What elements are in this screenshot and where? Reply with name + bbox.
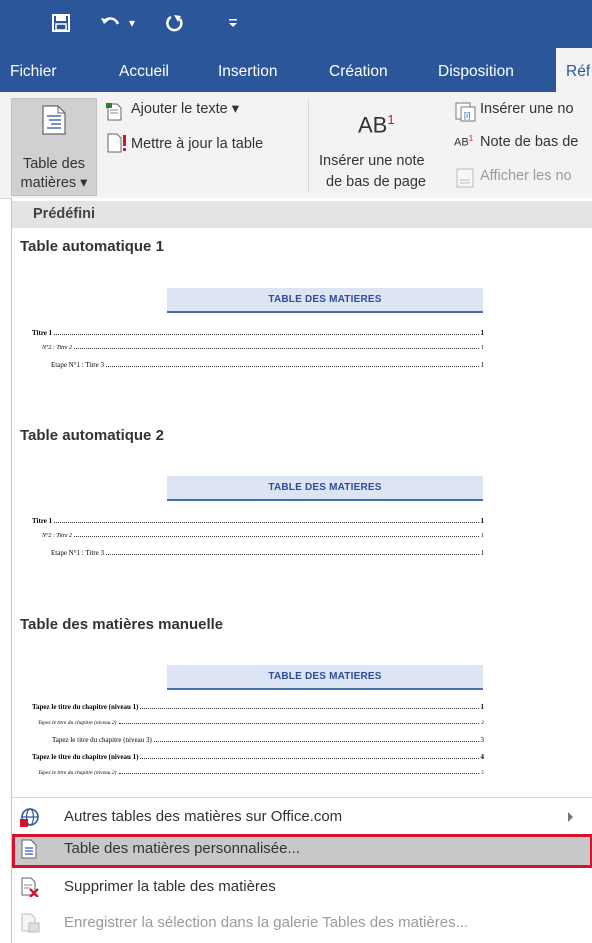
gallery-thumbnail-manual[interactable]: TABLE DES MATIERES Tapez le titre du cha… — [32, 665, 484, 785]
gallery-title-manual: Table des matières manuelle — [20, 616, 224, 633]
thumbnail-banner: TABLE DES MATIERES — [167, 665, 483, 690]
gallery-title-auto-1: Table automatique 1 — [20, 238, 164, 255]
undo-dropdown[interactable]: ▾ — [124, 8, 140, 38]
update-table-icon — [106, 132, 130, 154]
inserer-une-note-de-fin-button[interactable]: Insérer une no — [480, 101, 574, 117]
tab-disposition[interactable]: Disposition — [438, 48, 514, 92]
quick-access-toolbar: ▾ — [0, 0, 592, 48]
gallery-title-auto-2: Table automatique 2 — [20, 427, 164, 444]
menu-item-table-personnalisee[interactable]: Table des matières personnalisée... — [12, 834, 592, 868]
customize-qat-icon[interactable] — [224, 8, 242, 38]
tab-fichier[interactable]: Fichier — [10, 48, 57, 92]
menu-item-supprimer[interactable]: Supprimer la table des matières — [12, 872, 592, 902]
thumbnail-row: Etape N°1 : Titre 31 — [51, 549, 484, 557]
tab-references[interactable]: Réf — [556, 48, 592, 92]
insert-endnote-icon: [i] — [455, 102, 477, 122]
table-des-matieres-button[interactable]: Table des matières ▾ — [11, 98, 97, 196]
thumbnail-row: Tapez le titre du chapitre (niveau 3) 3 — [52, 736, 484, 744]
thumbnail-row: Tapez le titre du chapitre (niveau 2) 2 — [38, 720, 484, 726]
tab-creation[interactable]: Création — [329, 48, 388, 92]
table-des-matieres-dropdown: Prédéfini Table automatique 1 TABLE DES … — [11, 198, 592, 943]
menu-item-label: Enregistrer la sélection dans la galerie… — [64, 914, 469, 931]
menu-item-autres-tables[interactable]: Autres tables des matières sur Office.co… — [12, 802, 592, 832]
mettre-a-jour-button[interactable]: Mettre à jour la table — [131, 136, 263, 152]
thumbnail-row: Tapez le titre du chapitre (niveau 2) 5 — [38, 770, 484, 776]
undo-icon[interactable] — [96, 8, 126, 38]
thumbnail-row: N°2 : Titre 21 — [42, 533, 484, 539]
tab-accueil[interactable]: Accueil — [119, 48, 169, 92]
ribbon-tabs: Fichier Accueil Insertion Création Dispo… — [0, 48, 592, 92]
delete-document-icon — [20, 877, 40, 898]
next-footnote-icon: AB1 — [454, 134, 474, 149]
add-text-icon — [105, 102, 125, 122]
svg-text:[i]: [i] — [464, 111, 470, 120]
gallery-thumbnail-auto-2[interactable]: TABLE DES MATIERES Titre 11 N°2 : Titre … — [32, 476, 484, 566]
thumbnail-row: Tapez le titre du chapitre (niveau 1) 1 — [32, 703, 484, 711]
afficher-les-notes-button: Afficher les no — [480, 168, 572, 184]
inserer-note-label-1[interactable]: Insérer une note — [319, 153, 425, 169]
document-icon — [20, 839, 40, 859]
thumbnail-row: Titre 11 — [32, 329, 484, 337]
save-to-gallery-icon — [20, 913, 40, 933]
table-des-matieres-label-1: Table des — [22, 156, 86, 172]
thumbnail-row: Titre 11 — [32, 517, 484, 525]
ajouter-le-texte-button[interactable]: Ajouter le texte ▾ — [131, 101, 239, 117]
ribbon: Table des matières ▾ Ajouter le texte ▾ … — [0, 92, 592, 199]
thumbnail-banner: TABLE DES MATIERES — [167, 476, 483, 501]
inserer-note-label-2[interactable]: de bas de page — [326, 174, 426, 190]
thumbnail-row: Etape N°1 : Titre 31 — [51, 361, 484, 369]
table-of-contents-icon — [42, 105, 66, 135]
thumbnail-banner: TABLE DES MATIERES — [167, 288, 483, 313]
submenu-arrow-icon — [568, 812, 573, 822]
table-des-matieres-label-2: matières ▾ — [20, 175, 88, 191]
menu-item-enregistrer-selection: Enregistrer la sélection dans la galerie… — [12, 908, 592, 938]
menu-item-label: Supprimer la table des matières — [64, 878, 276, 895]
office-globe-icon — [20, 807, 40, 827]
tab-insertion[interactable]: Insertion — [218, 48, 277, 92]
thumbnail-row: Tapez le titre du chapitre (niveau 1) 4 — [32, 753, 484, 761]
gallery-thumbnail-auto-1[interactable]: TABLE DES MATIERES Titre 11 N°2 : Titre … — [32, 288, 484, 378]
footnote-ab-icon: AB1 — [358, 112, 395, 138]
ribbon-separator — [308, 100, 309, 192]
menu-separator — [12, 797, 592, 798]
redo-icon[interactable] — [163, 8, 187, 38]
save-icon[interactable] — [48, 8, 74, 38]
section-header-predefini: Prédéfini — [12, 201, 592, 228]
show-notes-icon — [456, 168, 474, 188]
menu-item-label: Autres tables des matières sur Office.co… — [64, 808, 343, 825]
thumbnail-row: N°2 : Titre 21 — [42, 345, 484, 351]
note-de-bas-button[interactable]: Note de bas de — [480, 134, 578, 150]
menu-item-label: Table des matières personnalisée... — [64, 840, 300, 857]
